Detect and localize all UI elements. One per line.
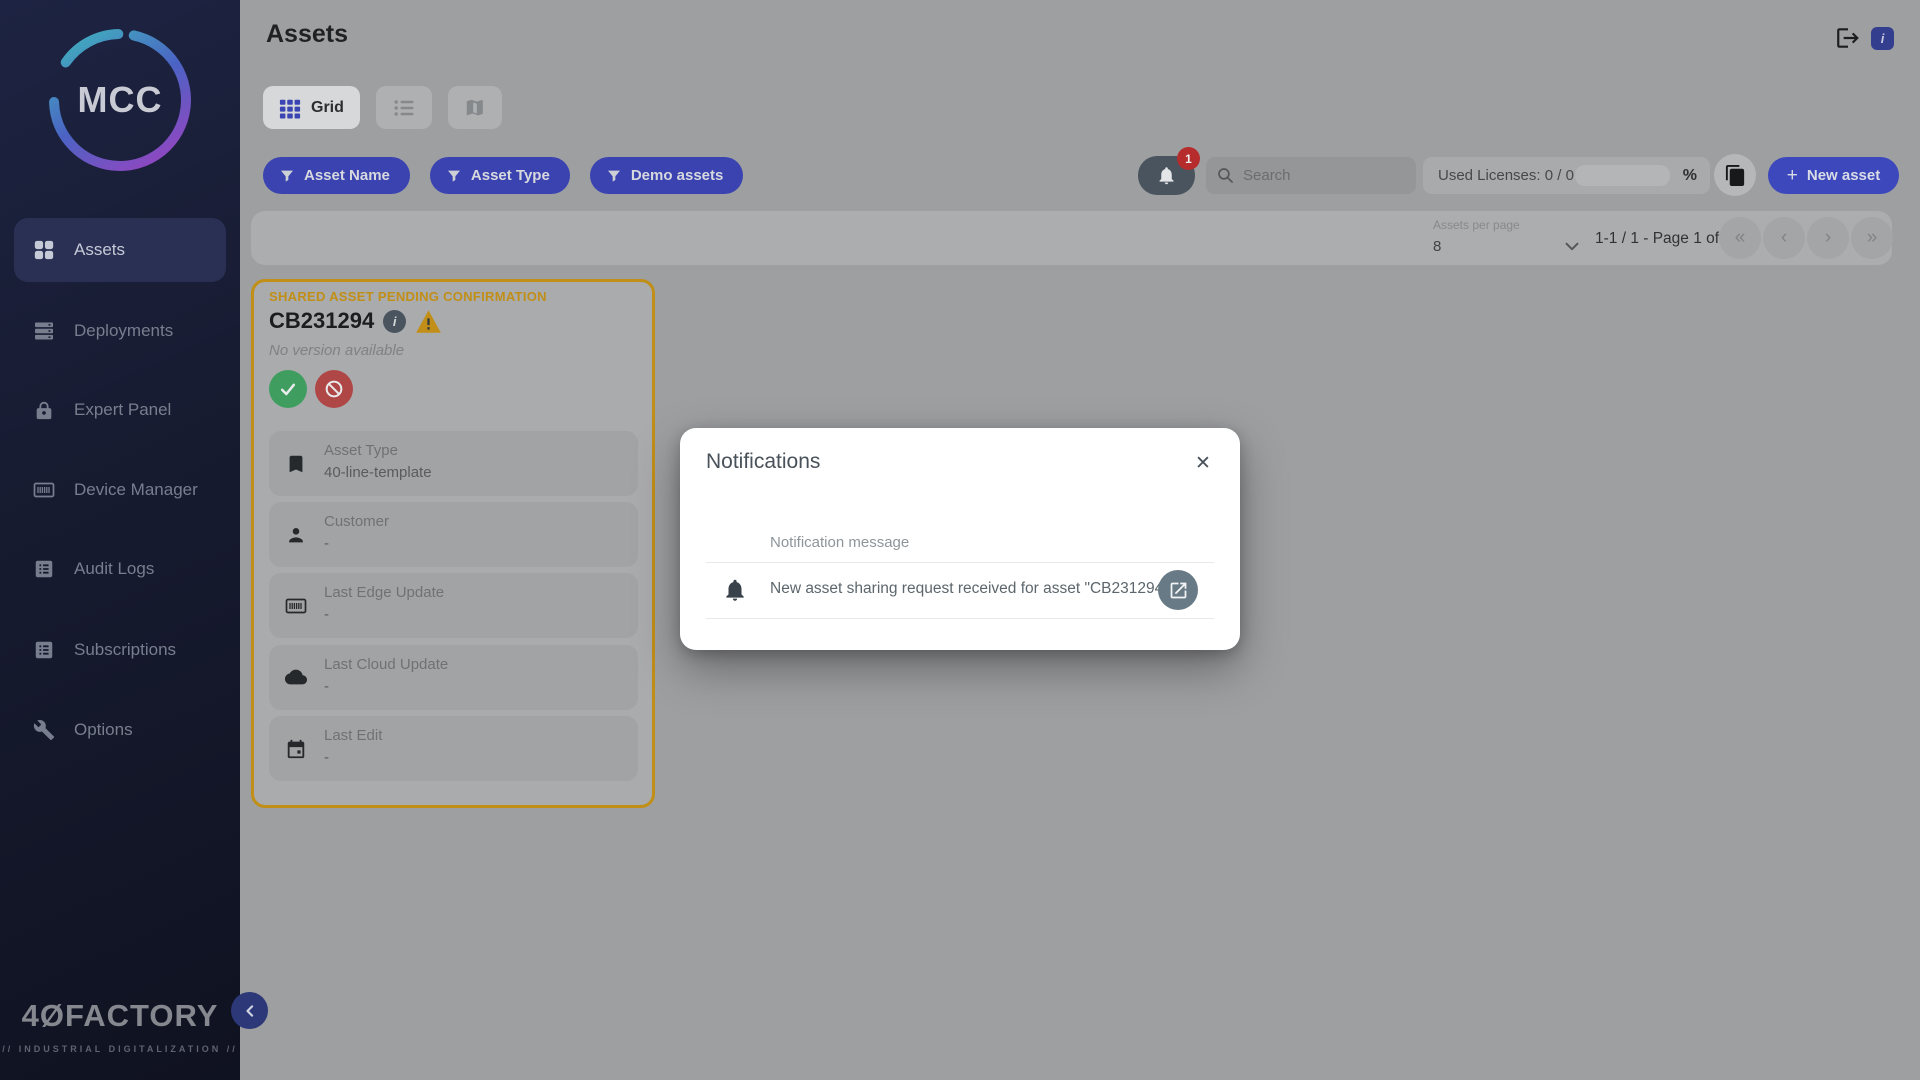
open-in-new-icon: [1168, 580, 1189, 601]
open-notification-button[interactable]: [1158, 570, 1198, 610]
notification-column-header: Notification message: [770, 534, 909, 551]
close-icon: ✕: [1195, 453, 1211, 474]
notification-message: New asset sharing request received for a…: [770, 580, 1169, 598]
notification-row[interactable]: New asset sharing request received for a…: [706, 563, 1214, 618]
modal-title: Notifications: [706, 450, 820, 474]
divider: [706, 618, 1214, 619]
notifications-modal: Notifications ✕ Notification message New…: [680, 428, 1240, 650]
bell-icon: [722, 577, 748, 603]
modal-close-button[interactable]: ✕: [1188, 448, 1218, 478]
